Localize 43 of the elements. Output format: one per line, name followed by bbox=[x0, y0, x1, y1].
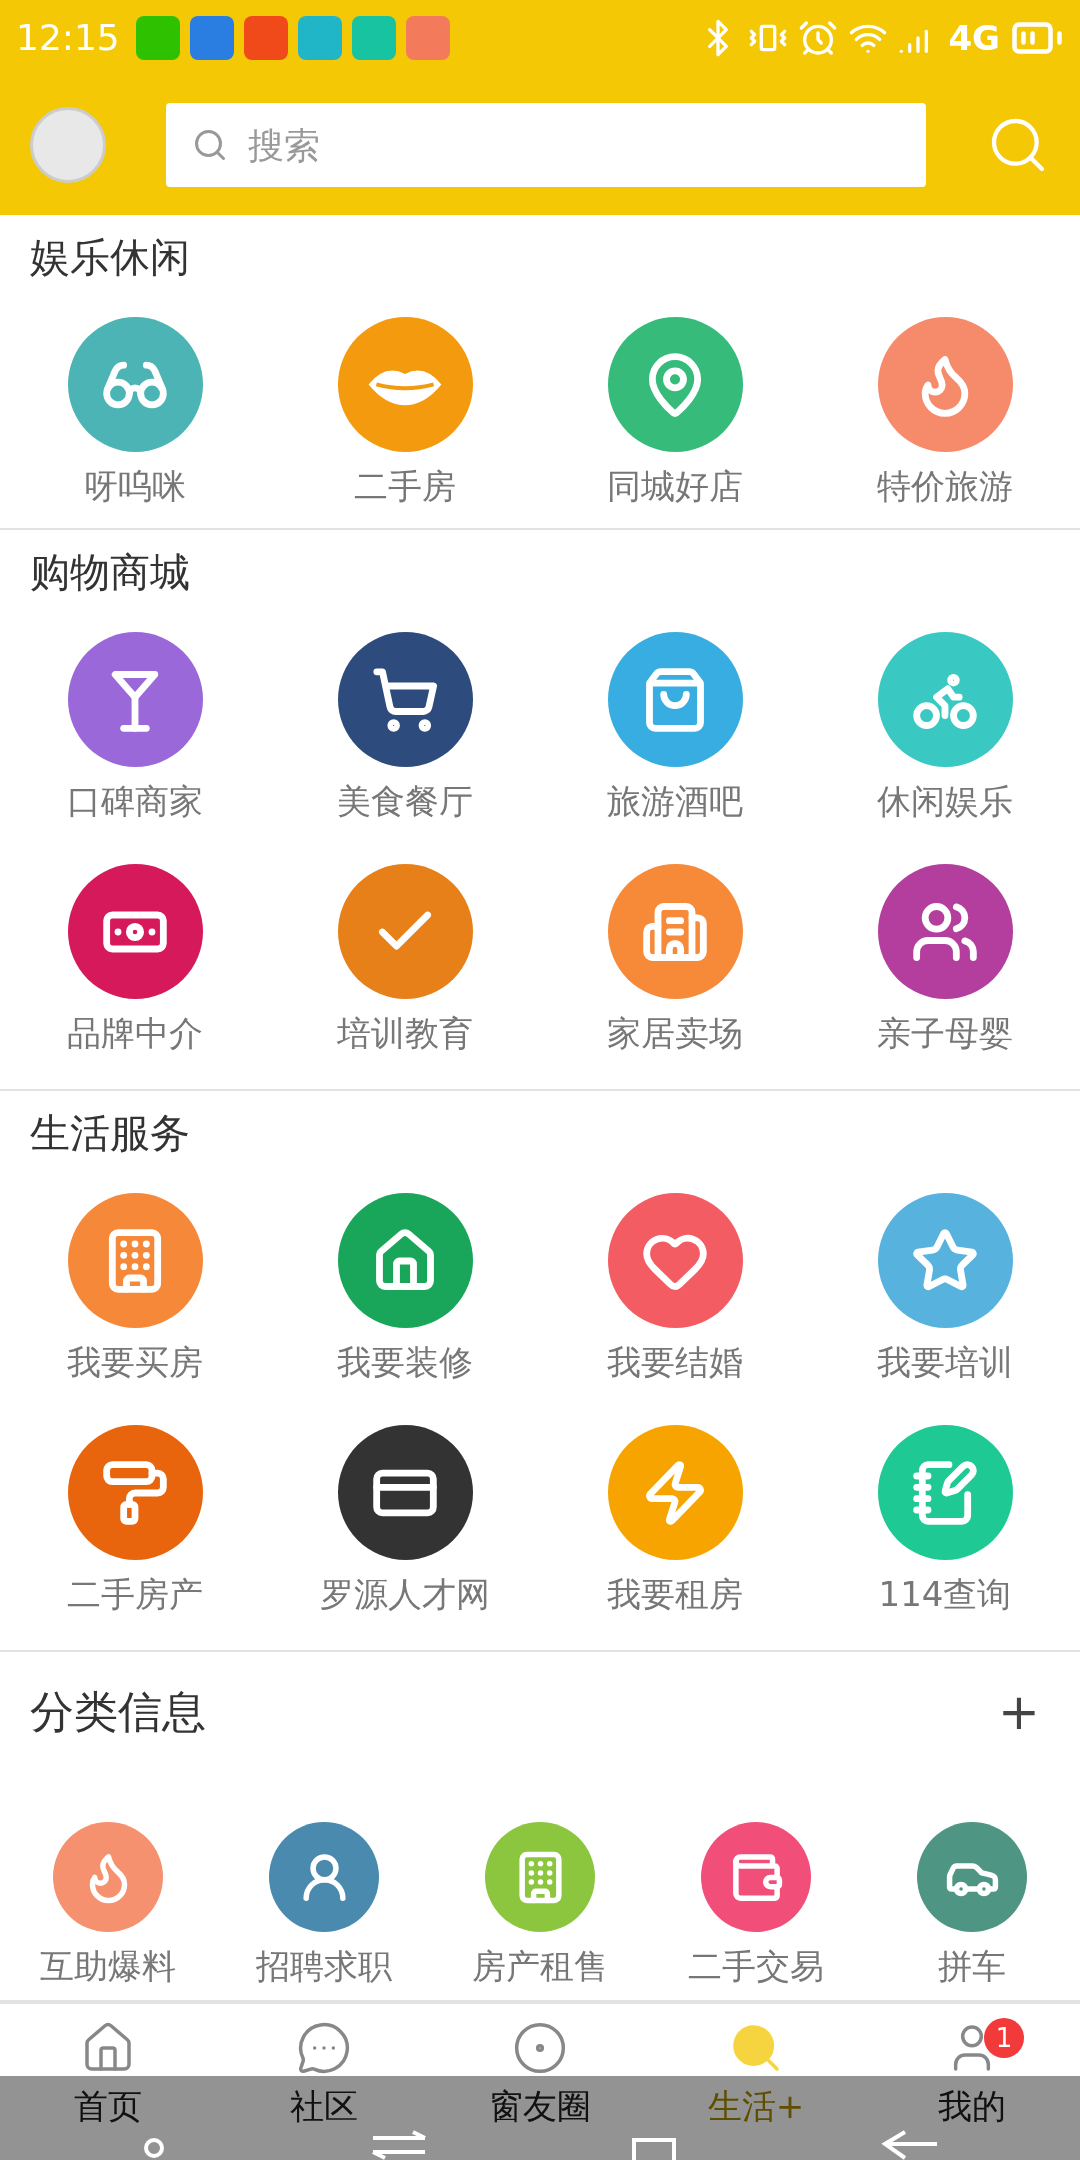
item-label[interactable]: 114查询 bbox=[878, 1572, 1012, 1618]
item-label[interactable]: 旅游酒吧 bbox=[607, 779, 743, 825]
circle-icon[interactable] bbox=[512, 2020, 568, 2076]
item-label[interactable]: 我要买房 bbox=[67, 1340, 203, 1386]
section-title: 生活服务 bbox=[29, 1109, 191, 1158]
item-label[interactable]: 培训教育 bbox=[337, 1011, 473, 1057]
item-label[interactable]: 二手交易 bbox=[688, 1944, 824, 1990]
tab[interactable]: 生活+ bbox=[707, 2084, 805, 2130]
item-label[interactable]: 美食餐厅 bbox=[337, 779, 473, 825]
item-label[interactable]: 口碑商家 bbox=[67, 779, 203, 825]
item-label[interactable]: 拼车 bbox=[938, 1944, 1006, 1990]
item-label[interactable]: 二手房产 bbox=[67, 1572, 203, 1618]
item-label[interactable]: 房产租售 bbox=[472, 1944, 608, 1990]
item-label[interactable]: 亲子母婴 bbox=[877, 1011, 1013, 1057]
item-label[interactable]: 特价旅游 bbox=[877, 464, 1013, 510]
item-label[interactable]: 我要结婚 bbox=[607, 1340, 743, 1386]
search-icon bbox=[192, 127, 228, 163]
section-title: 购物商城 bbox=[29, 548, 191, 597]
tab[interactable]: 首页 bbox=[74, 2084, 142, 2130]
network-type: 4G bbox=[948, 17, 1000, 58]
item-label[interactable]: 我要培训 bbox=[877, 1340, 1013, 1386]
tab[interactable]: 窗友圈 bbox=[489, 2084, 591, 2130]
tab[interactable]: 我的 bbox=[938, 2084, 1006, 2130]
chat-icon[interactable] bbox=[296, 2020, 352, 2076]
notification-badge: 1 bbox=[984, 2018, 1024, 2058]
item-label[interactable]: 品牌中介 bbox=[67, 1011, 203, 1057]
item-label[interactable]: 我要租房 bbox=[607, 1572, 743, 1618]
item-label[interactable]: 我要装修 bbox=[337, 1340, 473, 1386]
dot-icon[interactable] bbox=[141, 2136, 166, 2160]
item-label[interactable]: 休闲娱乐 bbox=[877, 779, 1013, 825]
status-time: 12:15 bbox=[16, 17, 120, 58]
add-button[interactable]: + bbox=[988, 1683, 1050, 1741]
search-field[interactable]: 搜索 bbox=[166, 103, 926, 187]
item-label[interactable]: 家居卖场 bbox=[607, 1011, 743, 1057]
section-title: 娱乐休闲 bbox=[29, 233, 191, 282]
item-label[interactable]: 互助爆料 bbox=[40, 1944, 176, 1990]
item-label[interactable]: 同城好店 bbox=[607, 464, 743, 510]
section-title: 分类信息 bbox=[30, 1684, 206, 1739]
item-label[interactable]: 招聘求职 bbox=[256, 1944, 392, 1990]
tab[interactable]: 社区 bbox=[290, 2084, 358, 2130]
item-label[interactable]: 罗源人才网 bbox=[320, 1572, 490, 1618]
item-label[interactable]: 呀呜咪 bbox=[84, 464, 186, 510]
item-label[interactable]: 二手房 bbox=[354, 464, 456, 510]
